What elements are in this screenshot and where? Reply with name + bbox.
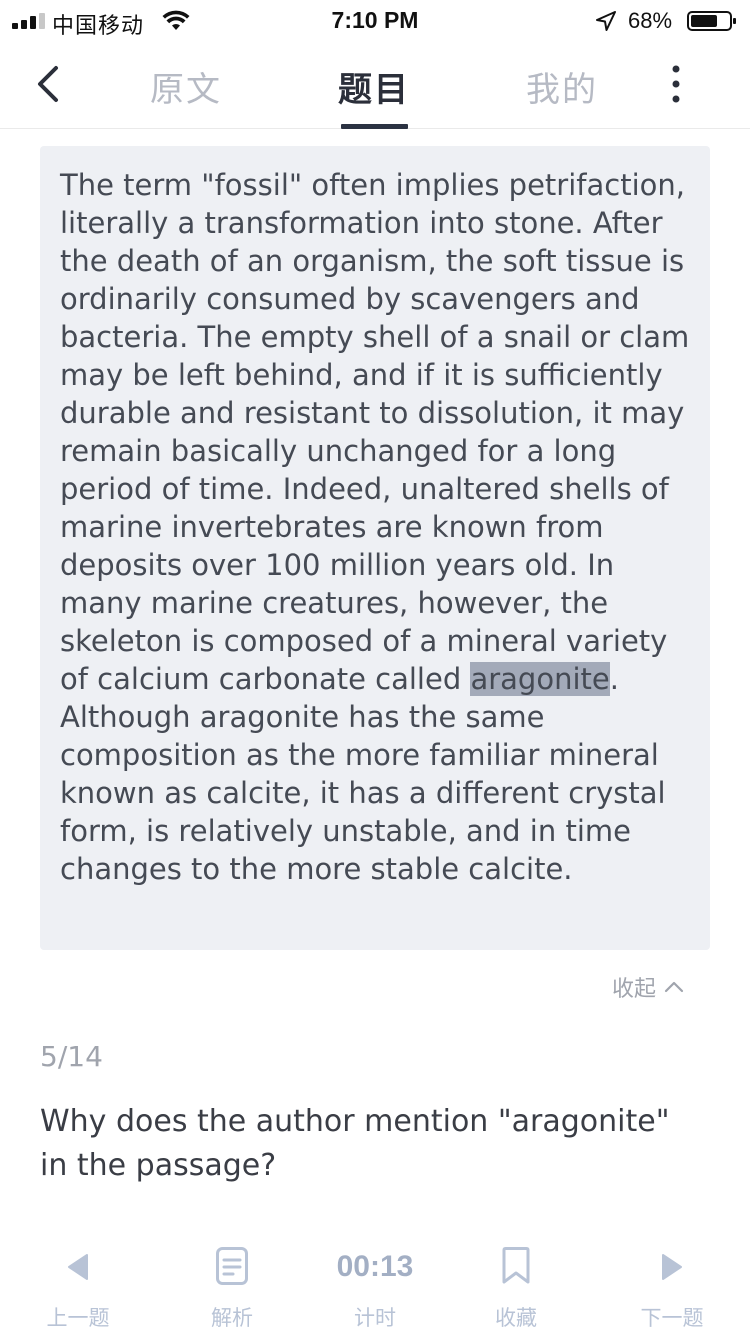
triangle-right-icon xyxy=(662,1254,682,1280)
nav-bar: 原文 题目 我的 xyxy=(0,40,750,129)
back-chevron-icon[interactable] xyxy=(28,62,68,106)
passage-panel: The term "fossil" often implies petrifac… xyxy=(40,146,710,950)
previous-question-label: 上一题 xyxy=(46,1306,110,1330)
chevron-up-icon xyxy=(664,981,684,993)
question-counter: 5/14 xyxy=(40,1040,103,1073)
collapse-button[interactable]: 收起 xyxy=(612,972,684,1002)
bottom-toolbar: 上一题 解析 00:13 计时 收藏 下一题 xyxy=(0,1240,750,1334)
status-bar: 中国移动 7:10 PM 68% xyxy=(0,0,750,40)
battery-percent: 68% xyxy=(628,8,673,33)
favorite-label: 收藏 xyxy=(495,1306,537,1330)
highlighted-word: aragonite xyxy=(470,662,610,696)
bookmark-icon xyxy=(502,1247,530,1284)
location-icon xyxy=(596,11,616,31)
document-icon xyxy=(216,1247,248,1285)
passage-text-before: The term "fossil" often implies petrifac… xyxy=(60,168,690,696)
question-text: Why does the author mention "aragonite" … xyxy=(40,1104,670,1183)
tab-original[interactable]: 原文 xyxy=(150,62,222,111)
timer-value: 00:13 xyxy=(336,1250,414,1283)
battery-icon xyxy=(687,11,736,31)
triangle-left-icon xyxy=(68,1254,88,1280)
tab-mine[interactable]: 我的 xyxy=(526,62,598,111)
analysis-label: 解析 xyxy=(211,1306,253,1330)
favorite-button[interactable]: 收藏 xyxy=(456,1240,576,1334)
previous-question-button[interactable]: 上一题 xyxy=(18,1240,138,1334)
next-question-label: 下一题 xyxy=(640,1306,704,1330)
more-vertical-icon[interactable] xyxy=(662,64,690,104)
active-tab-indicator xyxy=(341,124,408,129)
passage-text: The term "fossil" often implies petrifac… xyxy=(60,166,694,888)
next-question-button[interactable]: 下一题 xyxy=(612,1240,732,1334)
tab-questions[interactable]: 题目 xyxy=(338,62,410,111)
analysis-button[interactable]: 解析 xyxy=(172,1240,292,1334)
timer-button[interactable]: 00:13 计时 xyxy=(315,1240,435,1334)
collapse-label: 收起 xyxy=(612,977,657,1002)
timer-label: 计时 xyxy=(354,1306,396,1330)
